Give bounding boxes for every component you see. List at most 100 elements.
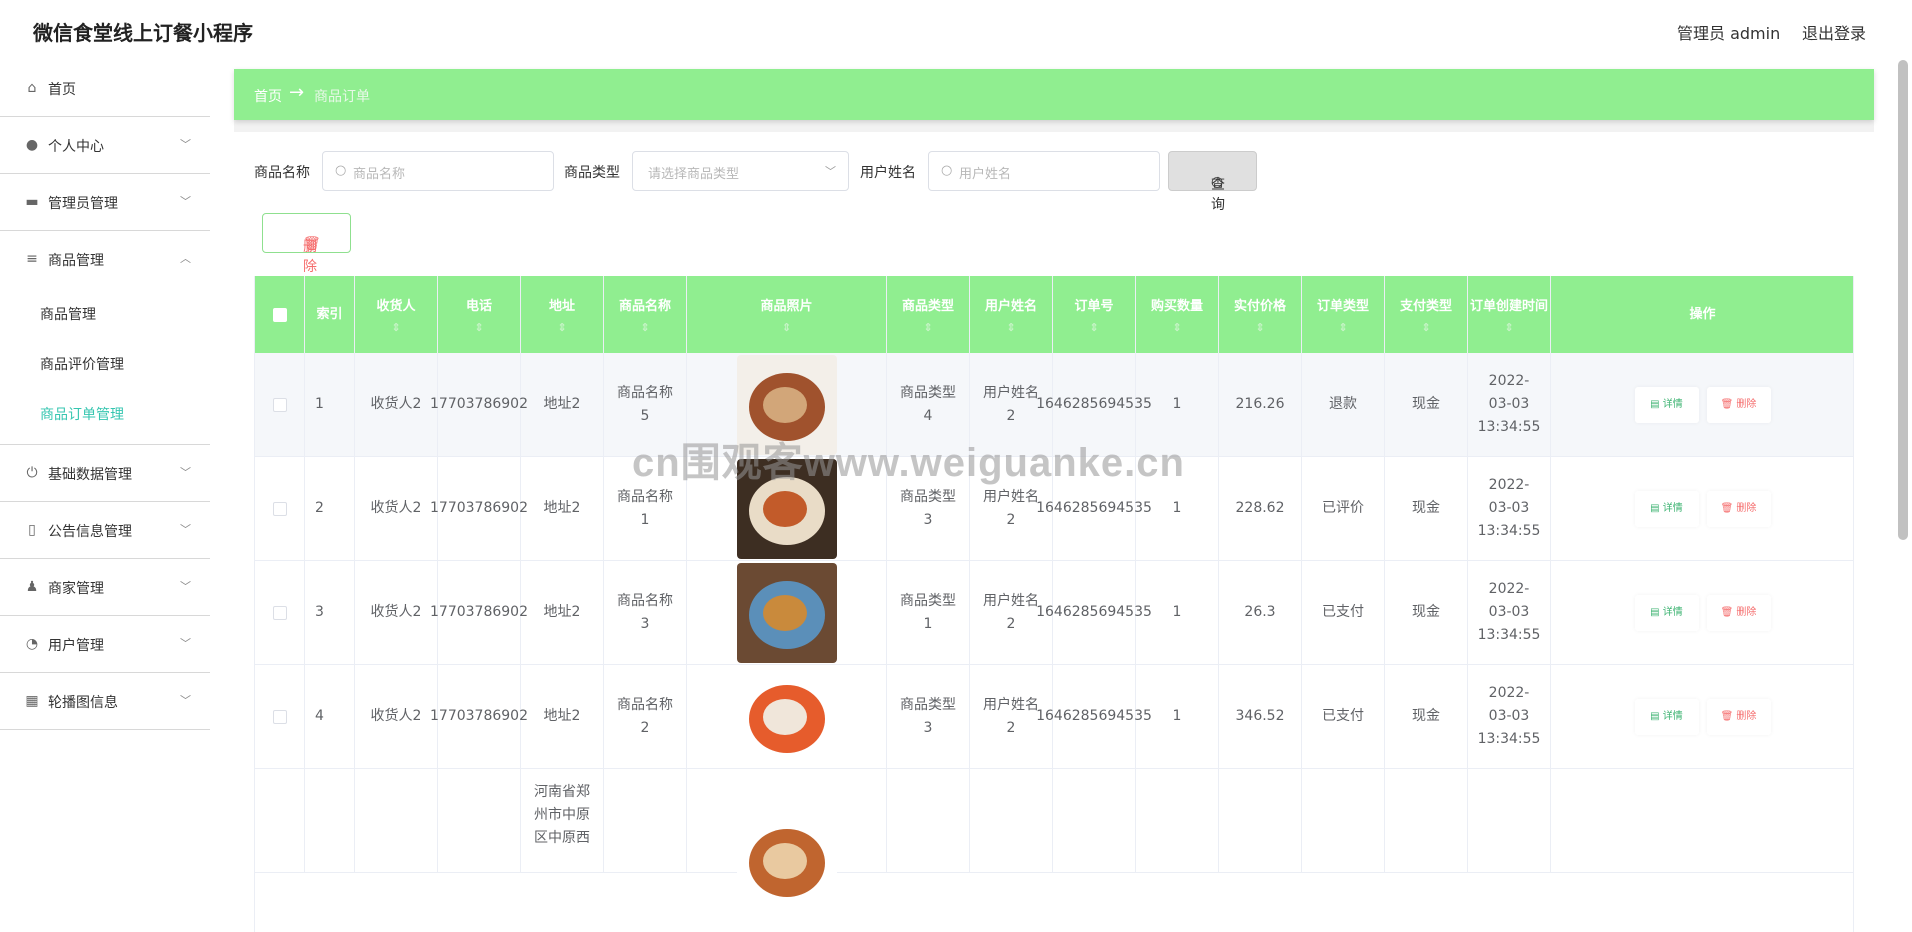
column-header-label: 实付价格 <box>1233 298 1286 314</box>
sidebar-item-personal-center[interactable]: ● 个人中心 ﹀ <box>0 117 210 174</box>
breadcrumb-home[interactable]: 首页 <box>254 86 282 106</box>
admin-label: 管理员 admin <box>1677 24 1781 43</box>
column-header[interactable]: 用户姓名 ⇕ <box>970 276 1053 353</box>
cell-qty <box>1136 769 1219 872</box>
cell-created <box>1468 769 1551 872</box>
sidebar-item-label: 轮播图信息 <box>48 695 118 711</box>
sidebar-item-admin-management[interactable]: ▬ 管理员管理 ﹀ <box>0 174 210 231</box>
goods-type-select[interactable]: 请选择商品类型 ﹀ <box>632 151 849 191</box>
cell-type <box>887 769 970 872</box>
sort-icon[interactable]: ⇕ <box>1338 320 1347 336</box>
column-header[interactable]: 订单创建时间 ⇕ <box>1468 276 1551 353</box>
sidebar-item-merchants[interactable]: ♟ 商家管理 ﹀ <box>0 559 210 616</box>
scrollbar[interactable] <box>1898 60 1908 540</box>
submenu-item-goods-reviews[interactable]: 商品评价管理 <box>0 338 210 388</box>
column-header-label: 商品照片 <box>760 298 813 314</box>
column-header[interactable]: 订单类型 ⇕ <box>1302 276 1385 353</box>
sort-icon[interactable]: ⇕ <box>1089 320 1098 336</box>
cell-order-type: 已支付 <box>1302 665 1385 768</box>
batch-delete-button[interactable]: 🗑 删除 <box>262 213 351 275</box>
column-header[interactable]: 收货人 ⇕ <box>355 276 438 353</box>
sidebar-item-goods-management[interactable]: ≡ 商品管理 ︿ <box>0 231 210 288</box>
top-header: 微信食堂线上订餐小程序 管理员 admin 退出登录 <box>0 0 1912 60</box>
delete-button[interactable]: 🗑 删除 <box>1706 490 1771 527</box>
sidebar-item-users[interactable]: ◔ 用户管理 ﹀ <box>0 616 210 673</box>
column-header[interactable]: 地址 ⇕ <box>521 276 604 353</box>
row-checkbox[interactable] <box>272 397 287 412</box>
search-icon: ○ <box>941 163 953 178</box>
operations-cell: ▤ 详情 🗑 删除 <box>1551 353 1853 456</box>
row-checkbox-cell <box>255 665 305 768</box>
detail-button[interactable]: ▤ 详情 <box>1634 594 1699 631</box>
column-header[interactable]: 电话 ⇕ <box>438 276 521 353</box>
grid-icon: ▦ <box>25 693 39 709</box>
goods-name-input[interactable]: ○ 商品名称 <box>322 151 554 191</box>
goods-photo <box>736 810 837 911</box>
submenu-item-goods[interactable]: 商品管理 <box>0 288 210 338</box>
chevron-down-icon: ﹀ <box>180 694 191 707</box>
row-checkbox-cell <box>255 457 305 560</box>
input-placeholder: 用户姓名 <box>959 167 1012 182</box>
row-checkbox-cell <box>255 561 305 664</box>
person-icon: ♟ <box>25 579 39 595</box>
sort-icon[interactable]: ⇕ <box>640 320 649 336</box>
sidebar-item-announcements[interactable]: ▯ 公告信息管理 ﹀ <box>0 502 210 559</box>
chevron-down-icon: ﹀ <box>180 138 191 151</box>
sort-icon[interactable]: ⇕ <box>1421 320 1430 336</box>
breadcrumb: 首页 → 商品订单 <box>234 69 1874 120</box>
logout-link[interactable]: 退出登录 <box>1802 20 1866 44</box>
detail-button[interactable]: ▤ 详情 <box>1634 698 1699 735</box>
sort-icon[interactable]: ⇕ <box>1504 320 1513 336</box>
row-checkbox[interactable] <box>272 501 287 516</box>
sort-icon[interactable]: ⇕ <box>923 320 932 336</box>
column-header[interactable]: 商品名称 ⇕ <box>604 276 687 353</box>
cell-receiver: 收货人2 <box>355 561 438 664</box>
cell-index: 1 <box>305 353 355 456</box>
cell-address: 地址2 <box>521 665 604 768</box>
column-header[interactable]: 订单号 ⇕ <box>1053 276 1136 353</box>
chevron-down-icon: ﹀ <box>180 195 191 208</box>
delete-button[interactable]: 🗑 删除 <box>1706 698 1771 735</box>
select-all-checkbox[interactable] <box>255 276 305 353</box>
column-header[interactable]: 购买数量 ⇕ <box>1136 276 1219 353</box>
sort-icon[interactable]: ⇕ <box>391 320 400 336</box>
breadcrumb-arrow-icon: → <box>289 82 305 103</box>
sort-icon[interactable]: ⇕ <box>474 320 483 336</box>
sort-icon[interactable]: ⇕ <box>1172 320 1181 336</box>
operations-cell: ▤ 详情 🗑 删除 <box>1551 561 1853 664</box>
cell-user <box>970 769 1053 872</box>
input-placeholder: 商品名称 <box>353 167 406 182</box>
sort-icon[interactable]: ⇕ <box>782 320 791 336</box>
sort-icon[interactable]: ⇕ <box>1006 320 1015 336</box>
detail-button[interactable]: ▤ 详情 <box>1634 386 1699 423</box>
checkbox[interactable] <box>272 307 287 322</box>
detail-button[interactable]: ▤ 详情 <box>1634 490 1699 527</box>
query-button[interactable]: 查询 ○ <box>1168 151 1257 213</box>
delete-button[interactable]: 🗑 删除 <box>1706 386 1771 423</box>
sidebar-item-carousel[interactable]: ▦ 轮播图信息 ﹀ <box>0 673 210 730</box>
cell-pay-type: 现金 <box>1385 561 1468 664</box>
operations-cell: ▤ 详情 🗑 删除 <box>1551 457 1853 560</box>
sort-icon[interactable]: ⇕ <box>1255 320 1264 336</box>
sidebar-item-label: 公告信息管理 <box>48 524 132 540</box>
table-header-row: 索引 收货人 ⇕ 电话 ⇕ 地址 ⇕ 商品名称 ⇕ 商品照片 ⇕ 商品类型 ⇕ 用户姓名 ⇕ 订单号 ⇕ 购买数量… <box>255 276 1853 353</box>
column-header[interactable]: 商品照片 ⇕ <box>687 276 887 353</box>
sidebar-item-home[interactable]: ⌂ 首页 <box>0 60 210 117</box>
cell-qty: 1 <box>1136 665 1219 768</box>
user-name-input[interactable]: ○ 用户姓名 <box>928 151 1160 191</box>
table-row: 1 收货人2 17703786902 地址2 商品名称5 商品类型4 用户姓名2 164628… <box>255 353 1853 457</box>
column-header[interactable]: 支付类型 ⇕ <box>1385 276 1468 353</box>
main-area: 首页 → 商品订单 商品名称 ○ 商品名称 商品类型 请选择商品类型 ﹀ 用户姓… <box>234 69 1874 932</box>
column-header[interactable]: 实付价格 ⇕ <box>1219 276 1302 353</box>
content-panel: 商品名称 ○ 商品名称 商品类型 请选择商品类型 ﹀ 用户姓名 ○ 用户姓名 查… <box>234 132 1874 932</box>
operations-cell <box>1551 769 1853 872</box>
delete-button[interactable]: 🗑 删除 <box>1706 594 1771 631</box>
row-checkbox[interactable] <box>272 605 287 620</box>
submenu-item-goods-orders[interactable]: 商品订单管理 <box>0 388 210 438</box>
sidebar-item-basic-data[interactable]: ⏻ 基础数据管理 ﹀ <box>0 445 210 502</box>
column-header[interactable]: 商品类型 ⇕ <box>887 276 970 353</box>
breadcrumb-current: 商品订单 <box>314 89 370 105</box>
phone-icon: ▯ <box>28 522 36 538</box>
sort-icon[interactable]: ⇕ <box>557 320 566 336</box>
row-checkbox[interactable] <box>272 709 287 724</box>
